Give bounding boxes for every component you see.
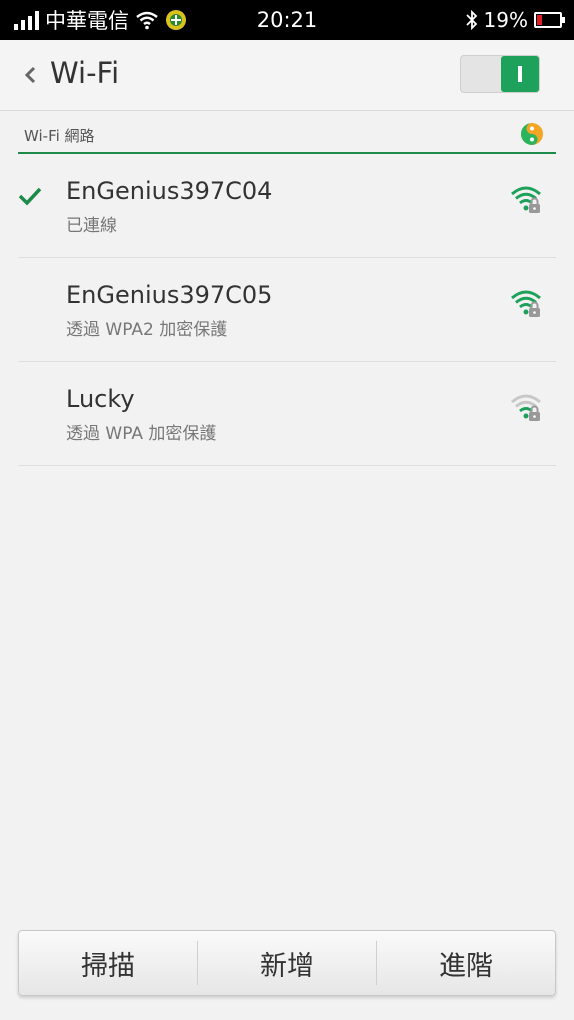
network-name: EnGenius397C04 [66, 177, 273, 205]
page-title: Wi-Fi [50, 56, 120, 90]
network-item[interactable]: EnGenius397C05 透過 WPA2 加密保護 [18, 258, 556, 362]
battery-percent: 19% [483, 8, 528, 32]
bluetooth-icon [465, 10, 477, 30]
bottom-action-bar: 掃描 新增 進階 [18, 930, 556, 996]
wifi-locked-weak-icon [511, 394, 541, 421]
advanced-button[interactable]: 進階 [377, 931, 555, 995]
toggle-knob [501, 56, 539, 92]
status-right: 19% [465, 6, 565, 34]
scanning-spinner-icon [521, 123, 543, 145]
network-item[interactable]: EnGenius397C04 已連線 [18, 154, 556, 258]
network-status: 透過 WPA 加密保護 [66, 424, 217, 444]
add-network-button[interactable]: 新增 [198, 931, 376, 995]
scan-button[interactable]: 掃描 [19, 931, 197, 995]
network-status: 透過 WPA2 加密保護 [66, 320, 228, 340]
status-bar: 中華電信 20:21 19% [0, 0, 574, 40]
section-label: Wi-Fi 網路 [24, 127, 95, 145]
connected-check-icon [18, 187, 42, 206]
battery-icon [534, 12, 565, 28]
network-status: 已連線 [66, 216, 117, 236]
chevron-left-icon [24, 66, 36, 84]
wifi-networks-section-header: Wi-Fi 網路 [18, 120, 556, 154]
wifi-toggle[interactable] [460, 55, 540, 93]
network-name: Lucky [66, 385, 135, 413]
network-item[interactable]: Lucky 透過 WPA 加密保護 [18, 362, 556, 466]
wifi-locked-strong-icon [511, 186, 541, 213]
network-name: EnGenius397C05 [66, 281, 273, 309]
back-button[interactable] [18, 60, 42, 90]
wifi-locked-strong-icon [511, 290, 541, 317]
title-bar: Wi-Fi [0, 40, 574, 111]
